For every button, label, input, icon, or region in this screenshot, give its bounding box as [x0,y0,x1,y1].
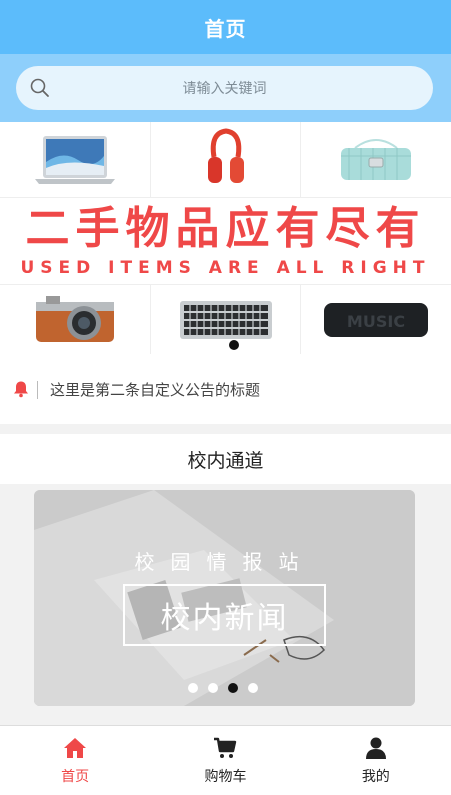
search-icon [30,78,49,97]
search-placeholder: 请输入关键词 [182,81,267,97]
search-area: 请输入关键词 [0,54,451,122]
carousel-dot-active[interactable] [228,683,238,693]
tab-label: 我的 [361,769,390,785]
section-title: 校内通道 [0,434,451,484]
tab-home[interactable]: 首页 [0,726,150,795]
banner-indicator-dot[interactable] [229,340,239,350]
promo-banner[interactable]: 二手物品应有尽有 USED ITEMS ARE ALL RIGHT MUSIC [0,122,451,354]
carousel-indicators [188,683,258,693]
tab-label: 首页 [61,769,90,785]
banner-slogan: 二手物品应有尽有 USED ITEMS ARE ALL RIGHT [0,200,451,284]
bell-icon [14,381,28,398]
carousel-dot[interactable] [188,683,198,693]
carousel-headline: 校内新闻 [123,584,326,646]
headphones-image [151,122,302,197]
handbag-image [301,122,451,197]
product-row-bottom: MUSIC [0,284,451,354]
bottom-tab-bar: 首页 购物车 我的 [0,725,451,795]
user-icon [365,737,386,759]
carousel-dot[interactable] [248,683,258,693]
cart-icon [214,737,237,758]
tab-label: 购物车 [204,769,247,785]
slogan-english: USED ITEMS ARE ALL RIGHT [20,258,431,278]
tab-profile[interactable]: 我的 [301,726,451,795]
camera-image [0,285,151,354]
speaker-image: MUSIC [301,285,451,354]
slogan-chinese: 二手物品应有尽有 [25,203,426,254]
laptop-image [0,122,151,197]
page-title: 首页 [204,16,247,41]
campus-carousel[interactable]: 校园情报站 校内新闻 [34,490,415,706]
carousel-dot[interactable] [208,683,218,693]
home-page: 首页 请输入关键词 二手物品应有尽有 USED ITEMS ARE ALL RI… [0,0,451,795]
carousel-subtitle: 校园情报站 [134,550,315,574]
keyboard-image [151,285,302,354]
speaker-label: MUSIC [347,312,405,331]
announcement-bar[interactable]: 这里是第二条自定义公告的标题 [0,354,451,424]
notice-divider [37,381,38,399]
home-icon [64,738,87,758]
nav-header: 首页 [0,0,451,54]
tab-cart[interactable]: 购物车 [150,726,300,795]
product-row-top [0,122,451,198]
search-input[interactable]: 请输入关键词 [16,66,433,110]
announcement-text[interactable]: 这里是第二条自定义公告的标题 [50,379,260,400]
